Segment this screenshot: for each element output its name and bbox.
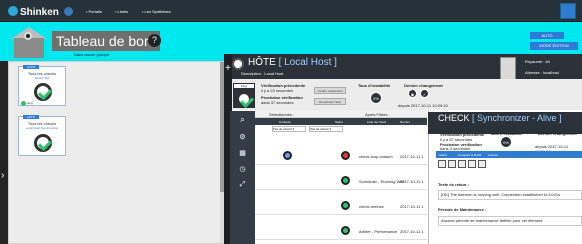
maintenance-text: Aucune période de maintenance définie po…: [438, 216, 582, 226]
widget-card[interactable]: AUTO Tous les checks Cluster Dot ping: [18, 65, 66, 106]
search-icon[interactable]: ⌕: [230, 114, 255, 125]
tab-compare[interactable]: Compare & RadT: [458, 153, 481, 157]
tab-sabre[interactable]: Sabré: [439, 153, 447, 157]
check-date: 2017-10-11 1: [400, 204, 424, 209]
table-row[interactable]: Scheduler - Running Well 2017-10-11 1: [255, 172, 427, 190]
eye-icon: ◉: [408, 89, 417, 98]
check-name: check-loop-custom: [359, 154, 393, 159]
menu-listes[interactable]: • Listes: [115, 9, 128, 14]
check-now-button[interactable]: Vérifier maintenant: [314, 87, 346, 94]
dashboard-subtitle: Dans aucun groupe: [74, 52, 109, 57]
filter-label: Après Filtres :: [365, 112, 390, 117]
check-ok-icon: [34, 83, 52, 101]
tab-advanced[interactable]: Avancé: [488, 153, 498, 157]
output-text: [OK] The daemon is running well. Connect…: [438, 190, 582, 200]
status-ok-icon: [341, 176, 350, 185]
auto-badge: AUTO: [23, 115, 39, 119]
selected-label: Sélectionnés :: [269, 112, 295, 117]
host-description: Description : Local Host: [241, 71, 284, 76]
check-name: check-metrics: [359, 204, 384, 209]
host-status-label: Ping: [234, 84, 254, 88]
status-ok-icon: [341, 201, 350, 210]
check-tabs: Sabré Compare & RadT Avancé: [436, 151, 582, 158]
prev-check-value: il y a 23 secondes: [261, 88, 294, 93]
ok-dot-icon: [21, 101, 26, 106]
address-label: Adresse : localhost: [525, 70, 559, 75]
table-row[interactable]: Arbiter - Performance 2017-10-11 1: [255, 222, 427, 240]
left-collapse-bar[interactable]: [0, 61, 8, 244]
host-ok-icon: [236, 91, 252, 107]
ack-icon[interactable]: [458, 160, 466, 168]
check-change-label: Dernier changement: [538, 131, 577, 136]
downtime-icon[interactable]: [468, 160, 476, 168]
table-row[interactable]: check-metrics 2017-10-11 1: [255, 197, 427, 215]
widget-subtitle: Cluster Dot: [34, 76, 50, 80]
shinken-logo-icon: [8, 6, 18, 16]
user-button[interactable]: [560, 3, 576, 19]
page-title: Tableau de bord: [52, 31, 161, 51]
globe-icon[interactable]: [64, 7, 73, 16]
maintenance-title: Période de Maintenance :: [438, 207, 487, 212]
status-critical-icon: [341, 151, 350, 160]
recalc-state-button[interactable]: Recalculez l'état: [314, 98, 346, 105]
instability-value: 0%: [370, 92, 382, 104]
check-name: Scheduler - Running Well: [359, 179, 405, 184]
widget-card[interactable]: AUTO Tous les checks Local Host Synchron…: [18, 115, 66, 156]
help-icon[interactable]: ?: [148, 34, 161, 47]
status-ok-icon: [341, 226, 350, 235]
check-ok-icon: [34, 134, 52, 152]
auto-badge: AUTO: [23, 65, 39, 69]
check-name: Arbiter - Performance: [359, 229, 398, 234]
edit-mode-button[interactable]: MODE ÉDITION: [530, 42, 578, 50]
table-header: Contexte Statut Liste de check Dernier: [255, 118, 427, 125]
check-instability-value: 0%: [500, 136, 512, 148]
check-actions: [438, 160, 578, 169]
check-date: 2017-10-11 1: [400, 229, 424, 234]
expand-left-icon[interactable]: ›: [1, 170, 4, 181]
check-date: 2017-10-11 1: [400, 179, 424, 184]
instability-label: Taux d'instabilité: [358, 83, 391, 88]
collapse-arrow-icon[interactable]: +: [225, 63, 231, 74]
refresh-icon[interactable]: [478, 160, 486, 168]
check-date: 2017-10-11 1: [400, 154, 424, 159]
chart-icon[interactable]: ⤢: [230, 181, 255, 189]
host-icon: [232, 58, 244, 70]
host-nav-sidebar: ⌕ ⚙ ▦ ◷ ⤢: [230, 111, 255, 244]
house-eye-icon: [11, 27, 47, 58]
auto-button[interactable]: AUTO: [530, 32, 564, 39]
menu-syntheses[interactable]: • Les Synthèses: [142, 9, 171, 14]
check-icon: ✓: [420, 89, 429, 98]
gear-icon[interactable]: [438, 160, 446, 168]
top-navbar: Shinken • Portails • Listes • Les Synthè…: [0, 0, 582, 22]
last-change-value: depuis 2017-10-11 10:09:10: [398, 103, 448, 108]
table-toolbar: Sélectionnés : Après Filtres :: [255, 110, 427, 118]
table-row[interactable]: check-loop-custom 2017-10-11 1: [255, 147, 427, 165]
menu-portails[interactable]: • Portails: [86, 9, 102, 14]
status-filter-select[interactable]: Pas de sélecti ▾: [309, 126, 343, 132]
graph-icon[interactable]: ▦: [230, 149, 255, 157]
gear-icon[interactable]: ⚙: [230, 133, 255, 141]
context-filter-select[interactable]: Pas de sélecti ▾: [272, 126, 306, 132]
host-title: HÔTE [ Local Host ]: [248, 57, 337, 68]
output-title: Texte de retour :: [438, 182, 470, 187]
last-change-label: Dernier changement: [404, 83, 443, 88]
check-title: CHECK [ Synchronizer - Alive ]: [438, 113, 562, 123]
next-check-value: dans 37 secondes: [261, 100, 294, 105]
edit-icon[interactable]: [448, 160, 456, 168]
realm-label: Royaume : All: [525, 59, 550, 64]
context-icon: [283, 151, 292, 160]
history-icon[interactable]: ◷: [230, 165, 255, 173]
widget-mini-label: ping: [27, 101, 33, 105]
shinken-logo[interactable]: Shinken: [8, 6, 59, 18]
widget-subtitle: Local Host Synchronizer: [25, 126, 59, 130]
